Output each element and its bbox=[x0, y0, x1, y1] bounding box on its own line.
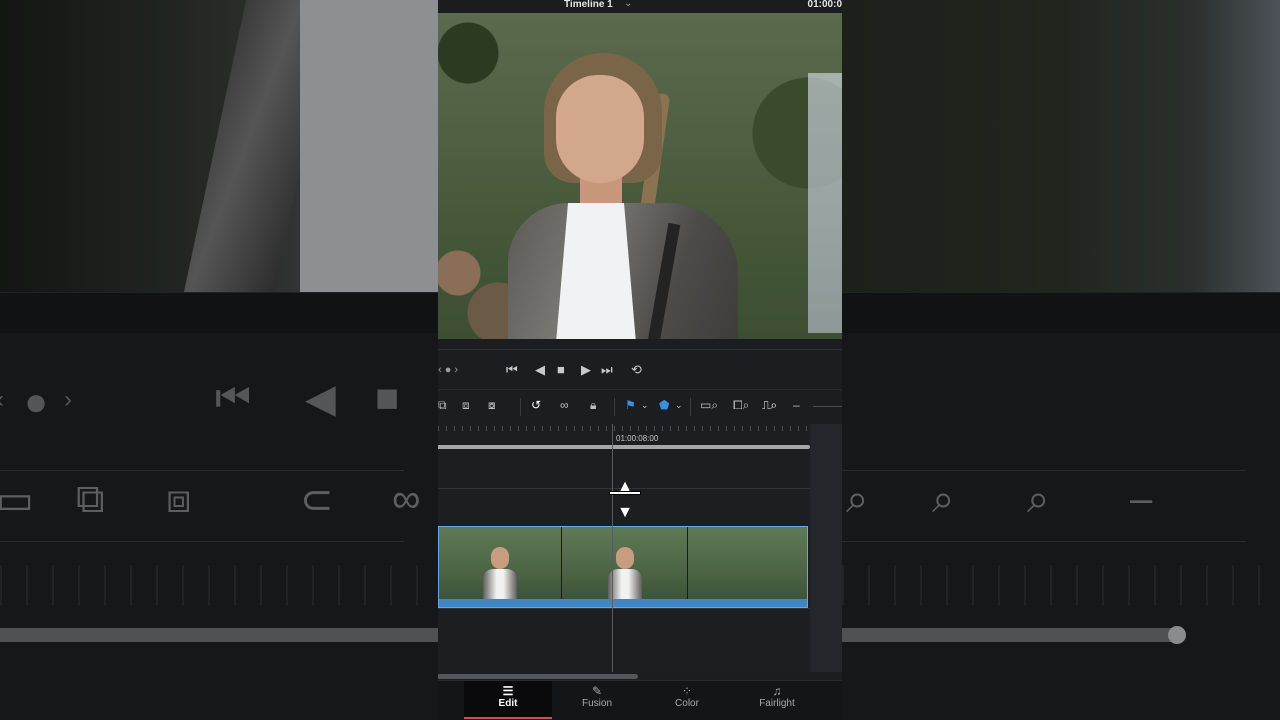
subject-shirt bbox=[556, 203, 636, 339]
play-icon[interactable]: ▶ bbox=[581, 362, 591, 378]
page-tab-label: Fairlight bbox=[759, 698, 795, 709]
page-tab-fairlight[interactable]: ♫ Fairlight bbox=[733, 681, 821, 717]
blurred-backdrop-right: ⌕ ⌕ ⌕ – bbox=[842, 0, 1280, 720]
thumbnail-subject bbox=[483, 547, 517, 599]
backdrop-prev-icon: ‹ bbox=[0, 386, 4, 414]
viewer-sky bbox=[808, 73, 842, 333]
clip-thumbnail bbox=[688, 527, 807, 599]
stop-icon[interactable]: ■ bbox=[557, 362, 565, 377]
playhead[interactable] bbox=[612, 424, 613, 672]
transport-controls: ‹ ● › ⏮ ◀ ■ ▶ ⏭ ⟲ bbox=[438, 349, 842, 390]
video-clip[interactable] bbox=[438, 526, 808, 608]
backdrop-dot-icon: ● bbox=[24, 380, 49, 424]
page-tab-color[interactable]: ⁘ Color bbox=[643, 681, 731, 717]
timeline-vertical-scroll[interactable] bbox=[810, 424, 842, 672]
viewer-subject bbox=[508, 53, 768, 339]
lock-icon[interactable]: 🔒︎ bbox=[590, 398, 596, 413]
backdrop-panel-gap bbox=[842, 292, 1280, 333]
backdrop-stop-icon: ■ bbox=[375, 376, 400, 420]
backdrop-zoom-out-icon: – bbox=[1130, 477, 1153, 521]
edit-icon: ☰ bbox=[502, 684, 514, 698]
backdrop-play-back-icon: ◀ bbox=[305, 377, 336, 421]
fusion-icon: ✎ bbox=[591, 684, 603, 698]
backdrop-overwrite-icon: ⧉ bbox=[76, 477, 105, 521]
backdrop-zoom-knob bbox=[1168, 626, 1186, 644]
edit-page: Timeline 1 ⌄ 01:00:0 ‹ ● › ⏮ ◀ ■ ▶ ⏭ ⟲ ⧉… bbox=[438, 0, 842, 720]
page-tab-label: Fusion bbox=[581, 698, 612, 709]
backdrop-ruler bbox=[842, 565, 1280, 605]
backdrop-zoom-full-icon: ⌕ bbox=[846, 477, 869, 521]
backdrop-skip-back-icon: ⏮ bbox=[215, 376, 251, 420]
skip-to-end-icon[interactable]: ⏭ bbox=[601, 362, 613, 378]
backdrop-scrollbar bbox=[842, 628, 1180, 642]
thumbnail-subject bbox=[608, 547, 642, 599]
timeline-horizontal-scrollbar[interactable] bbox=[438, 674, 638, 679]
viewer-frame bbox=[438, 13, 842, 339]
backdrop-zoom-detail-icon: ⌕ bbox=[932, 477, 955, 521]
timeline-toolbar: ⧉ ⧈ ⧇ ↺ ∞ 🔒︎ ⚑ ⌄ ⬟ ⌄ ▭⌕ ⧠⌕ ⎍⌕ – bbox=[438, 389, 842, 425]
backdrop-panel-gap bbox=[0, 292, 438, 333]
play-reverse-icon[interactable]: ◀ bbox=[535, 362, 545, 378]
backdrop-ruler bbox=[0, 565, 438, 605]
zoom-full-extent-icon[interactable]: ▭⌕ bbox=[700, 398, 718, 413]
zoom-slider-track[interactable] bbox=[813, 406, 842, 407]
page-navigation: ☰ Edit ✎ Fusion ⁘ Color ♫ Fairlight bbox=[438, 680, 842, 720]
resize-cursor-icon: ▲ ▼ bbox=[610, 476, 640, 521]
backdrop-tools: ▭ ⧉ ⧈ ⊂ ∞ bbox=[0, 470, 421, 542]
flag-dropdown-icon[interactable]: ⌄ bbox=[641, 400, 649, 411]
page-tab-label: Edit bbox=[498, 698, 518, 709]
timeline-work-area-bar[interactable] bbox=[438, 445, 810, 449]
backdrop-photo bbox=[842, 0, 1280, 292]
zoom-custom-icon[interactable]: ⎍⌕ bbox=[762, 398, 777, 413]
page-tab-fusion[interactable]: ✎ Fusion bbox=[553, 681, 641, 717]
viewer-header: Timeline 1 ⌄ 01:00:0 bbox=[438, 0, 842, 13]
backdrop-link-icon: ∞ bbox=[392, 477, 421, 521]
zoom-out-icon[interactable]: – bbox=[793, 398, 800, 412]
backdrop-transport: ‹ ● › ⏮ ◀ ■ bbox=[0, 372, 438, 432]
color-icon: ⁘ bbox=[681, 684, 693, 698]
chevron-down-icon[interactable]: ⌄ bbox=[624, 0, 632, 9]
clip-thumbnail bbox=[439, 527, 562, 599]
skip-to-start-icon[interactable]: ⏮ bbox=[506, 362, 518, 378]
smart-insert-icon[interactable]: ⧉ bbox=[438, 398, 447, 413]
clip-audio-strip bbox=[439, 599, 807, 607]
link-icon[interactable]: ∞ bbox=[560, 398, 569, 412]
flag-icon[interactable]: ⚑ bbox=[625, 398, 636, 412]
backdrop-zoom-custom-icon: ⌕ bbox=[1027, 477, 1050, 521]
page-tab-edit[interactable]: ☰ Edit bbox=[464, 681, 552, 719]
backdrop-snap-icon: ⊂ bbox=[300, 478, 334, 522]
page-tab-label: Color bbox=[675, 698, 699, 709]
zoom-detail-icon[interactable]: ⧠⌕ bbox=[733, 398, 749, 413]
clip-thumbnail bbox=[562, 527, 688, 599]
backdrop-next-icon: › bbox=[64, 386, 72, 413]
cursor-down-arrow-icon: ▼ bbox=[617, 504, 633, 521]
append-icon[interactable]: ⧈ bbox=[462, 398, 470, 413]
fairlight-icon: ♫ bbox=[772, 684, 782, 698]
jog-indicator-icon[interactable]: ‹ ● › bbox=[438, 364, 458, 376]
marker-dropdown-icon[interactable]: ⌄ bbox=[675, 400, 683, 411]
ruler-timecode-label: 01:00:08:00 bbox=[616, 434, 659, 443]
loop-icon[interactable]: ⟲ bbox=[631, 362, 642, 378]
backdrop-replace-icon: ⧈ bbox=[166, 477, 192, 521]
toolbar-divider bbox=[690, 398, 691, 416]
subject-face bbox=[556, 75, 644, 183]
toolbar-divider bbox=[614, 398, 615, 416]
blurred-backdrop-left: ‹ ● › ⏮ ◀ ■ ▭ ⧉ ⧈ ⊂ ∞ bbox=[0, 0, 438, 720]
snapping-icon[interactable]: ↺ bbox=[531, 398, 541, 412]
toolbar-divider bbox=[520, 398, 521, 416]
track-divider[interactable] bbox=[438, 608, 810, 609]
backdrop-trim-icon: ▭ bbox=[0, 478, 34, 522]
timeline-area[interactable]: 01:00:08:00 ▲ ▼ bbox=[438, 424, 810, 672]
backdrop-shirt bbox=[300, 0, 438, 292]
place-on-top-icon[interactable]: ⧇ bbox=[488, 398, 496, 413]
cursor-bar bbox=[610, 492, 640, 494]
backdrop-tools: ⌕ ⌕ ⌕ – bbox=[842, 470, 1246, 542]
timecode-display: 01:00:0 bbox=[807, 0, 842, 10]
marker-icon[interactable]: ⬟ bbox=[659, 398, 669, 412]
timeline-title[interactable]: Timeline 1 bbox=[564, 0, 613, 10]
backdrop-scrollbar bbox=[0, 628, 438, 642]
